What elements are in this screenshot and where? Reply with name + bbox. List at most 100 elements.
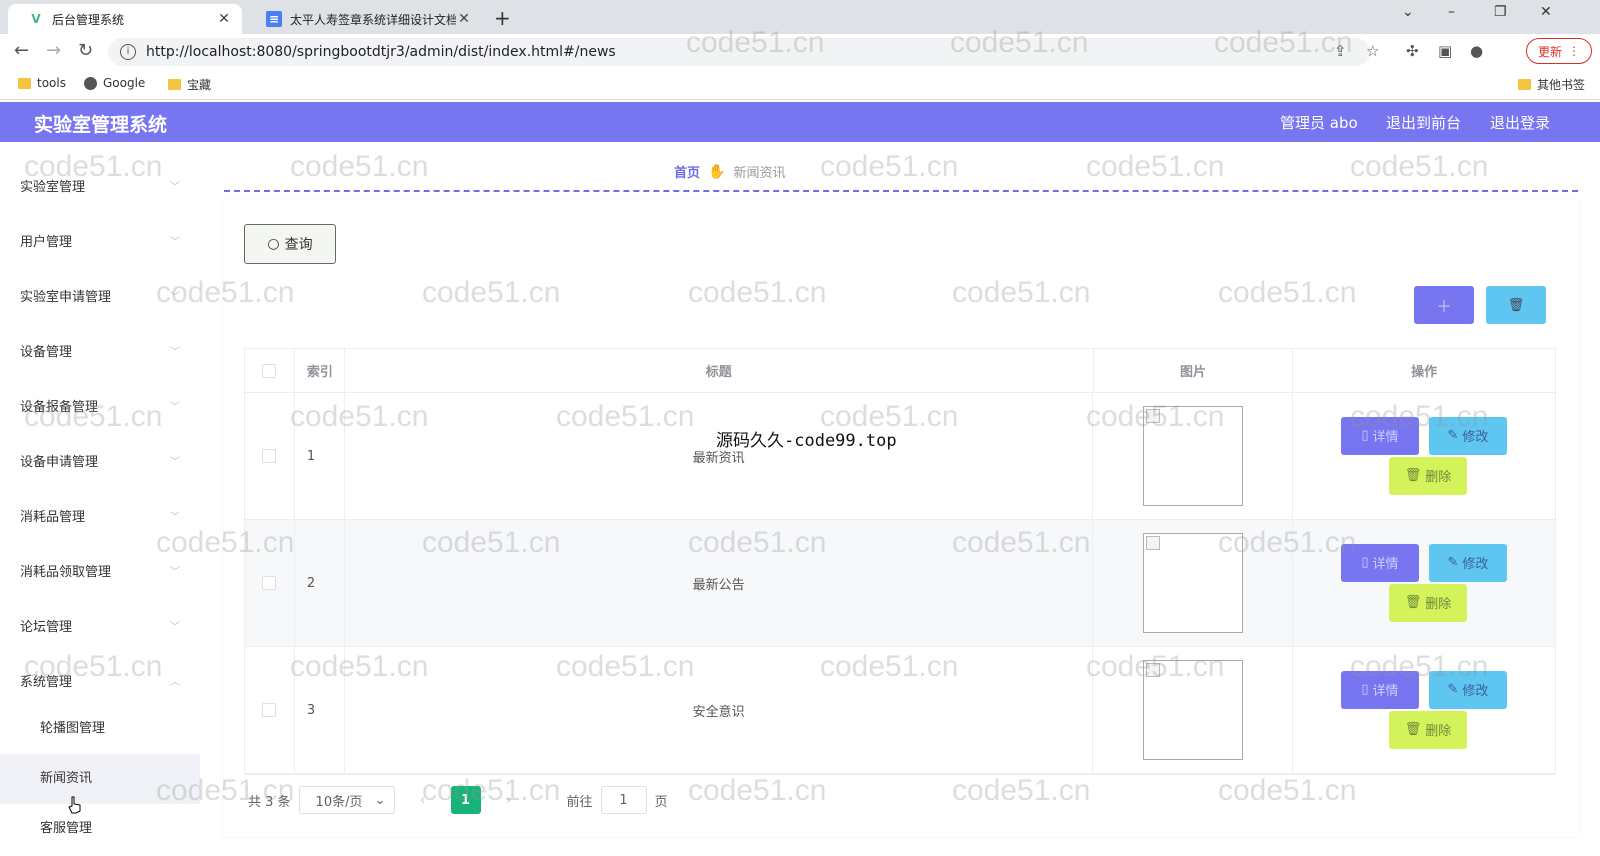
submenu-news[interactable]: 新闻资讯 <box>0 754 200 804</box>
share-icon[interactable]: ⇪ <box>1334 42 1347 60</box>
plus-icon: ＋ <box>1435 297 1452 316</box>
delete-label: 删除 <box>1425 724 1452 739</box>
reload-icon[interactable]: ↻ <box>78 40 93 61</box>
broken-image-icon <box>1145 663 1160 677</box>
update-label: 更新 <box>1537 44 1562 59</box>
watermark: code51.cn <box>1086 150 1225 183</box>
row-actions: ▯ 详情 ✎ 修改 🗑 删除 <box>1293 647 1555 773</box>
query-button[interactable]: ○ 查询 <box>244 224 336 264</box>
row-checkbox[interactable] <box>262 703 277 717</box>
bookmark-label: Google <box>103 76 146 90</box>
forward-icon[interactable]: → <box>46 40 61 61</box>
exit-to-front-link[interactable]: 退出到前台 <box>1386 112 1461 133</box>
row-select-cell <box>245 647 295 773</box>
edit-button[interactable]: ✎ 修改 <box>1428 670 1507 709</box>
window-close-icon[interactable]: ✕ <box>1540 4 1552 20</box>
edit-button[interactable]: ✎ 修改 <box>1428 543 1507 582</box>
menu-lab[interactable]: 实验室管理 <box>20 176 85 195</box>
row-image-cell <box>1093 647 1293 773</box>
detail-label: 详情 <box>1372 684 1399 699</box>
app-title: 实验室管理系统 <box>34 114 168 136</box>
row-actions: ▯ 详情 ✎ 修改 🗑 删除 <box>1293 393 1555 519</box>
menu-users[interactable]: 用户管理 <box>20 231 72 250</box>
bulk-delete-button[interactable]: 🗑 <box>1486 286 1546 324</box>
profile-icon[interactable]: ● <box>1470 42 1483 60</box>
minimize-icon[interactable]: – <box>1448 4 1455 20</box>
menu-equipment[interactable]: 设备管理 <box>20 341 72 360</box>
chevron-down-icon[interactable]: ⌄ <box>1402 4 1414 20</box>
row-select-cell <box>245 393 295 519</box>
menu-equipment-apply[interactable]: 设备申请管理 <box>20 451 98 470</box>
vue-logo-icon: V <box>31 12 41 26</box>
detail-label: 详情 <box>1372 430 1399 445</box>
edit-label: 修改 <box>1462 557 1489 572</box>
trash-icon: 🗑 <box>1404 595 1422 610</box>
url-text: http://localhost:8080/springbootdtjr3/ad… <box>146 44 616 60</box>
info-icon[interactable]: i <box>120 44 136 60</box>
prev-page-icon[interactable]: ‹ <box>409 793 437 808</box>
restore-icon[interactable]: ❐ <box>1494 4 1507 20</box>
extensions-icon[interactable]: ✣ <box>1406 42 1419 60</box>
menu-lab-apply[interactable]: 实验室申请管理 <box>20 286 111 305</box>
document-icon: ▯ <box>1361 555 1369 570</box>
pagination: 共 3 条 10条/页 ⌄ ‹ 1 › 前往 1 页 <box>248 786 668 814</box>
new-tab-icon[interactable]: + <box>494 6 511 30</box>
detail-button[interactable]: ▯ 详情 <box>1340 670 1419 709</box>
select-all-checkbox[interactable] <box>262 363 277 378</box>
broken-image <box>1142 533 1243 633</box>
bookmark-tools[interactable]: tools <box>18 76 66 90</box>
menu-system[interactable]: 系统管理 <box>20 671 72 690</box>
goto-page-input[interactable]: 1 <box>600 786 647 814</box>
browser-tab-strip: V 后台管理系统 ✕ ≡ 太平人寿签章系统详细设计文档 ✕ + ⌄ – ❐ ✕ <box>0 0 1600 34</box>
page-number-current[interactable]: 1 <box>450 786 481 814</box>
breadcrumb-current: 新闻资讯 <box>733 166 786 181</box>
delete-button[interactable]: 🗑 删除 <box>1388 710 1467 749</box>
detail-button[interactable]: ▯ 详情 <box>1340 543 1419 582</box>
next-page-icon[interactable]: › <box>495 793 523 808</box>
row-title: 安全意识 <box>345 647 1094 773</box>
close-icon[interactable]: ✕ <box>216 11 232 27</box>
url-field[interactable]: i http://localhost:8080/springbootdtjr3/… <box>108 38 1370 66</box>
edit-icon: ✎ <box>1447 555 1459 570</box>
logout-link[interactable]: 退出登录 <box>1490 112 1550 133</box>
bookmark-treasure[interactable]: 宝藏 <box>168 76 211 93</box>
menu-consumables[interactable]: 消耗品管理 <box>20 506 85 525</box>
add-button[interactable]: ＋ <box>1414 286 1474 324</box>
chevron-down-icon: ﹀ <box>170 347 180 358</box>
detail-button[interactable]: ▯ 详情 <box>1340 416 1419 455</box>
close-icon[interactable]: ✕ <box>456 11 472 27</box>
row-index: 1 <box>295 393 345 519</box>
broken-image <box>1142 660 1243 760</box>
bookmark-label: tools <box>37 76 66 90</box>
back-icon[interactable]: ← <box>14 40 29 61</box>
page-size-select[interactable]: 10条/页 ⌄ <box>298 786 395 814</box>
row-checkbox[interactable] <box>262 576 277 590</box>
bookmark-google[interactable]: Google <box>84 76 145 90</box>
broken-image-icon <box>1145 409 1160 423</box>
row-title: 最新资讯 <box>345 393 1094 519</box>
delete-button[interactable]: 🗑 删除 <box>1388 583 1467 622</box>
delete-button[interactable]: 🗑 删除 <box>1388 456 1467 495</box>
submenu-customer-service[interactable]: 客服管理 <box>0 804 200 854</box>
browser-tab-admin[interactable]: V 后台管理系统 ✕ <box>8 4 242 34</box>
folder-icon <box>1518 79 1531 90</box>
column-header-title: 标题 <box>345 349 1094 392</box>
menu-forum[interactable]: 论坛管理 <box>20 616 72 635</box>
column-header-actions: 操作 <box>1411 365 1438 380</box>
row-checkbox[interactable] <box>262 449 277 463</box>
edit-button[interactable]: ✎ 修改 <box>1428 416 1507 455</box>
sidebar: 实验室管理 ﹀ 用户管理 ﹀ 实验室申请管理 ﹀ 设备管理 ﹀ 设备报备管理 ﹀… <box>0 142 200 856</box>
star-icon[interactable]: ☆ <box>1366 42 1379 60</box>
edit-icon: ✎ <box>1447 682 1459 697</box>
breadcrumb-divider <box>224 190 1578 192</box>
update-button[interactable]: 更新 ⋮ <box>1526 38 1592 64</box>
menu-equipment-report[interactable]: 设备报备管理 <box>20 396 98 415</box>
breadcrumb-home[interactable]: 首页 <box>674 162 700 181</box>
app-header: 实验室管理系统 管理员 abo 退出到前台 退出登录 <box>0 102 1600 142</box>
bookmark-other[interactable]: 其他书签 <box>1518 76 1585 93</box>
sidepanel-icon[interactable]: ▣ <box>1438 42 1452 60</box>
menu-consumables-receive[interactable]: 消耗品领取管理 <box>20 561 111 580</box>
submenu-carousel[interactable]: 轮播图管理 <box>0 704 200 754</box>
browser-tab-doc[interactable]: ≡ 太平人寿签章系统详细设计文档 ✕ <box>246 4 482 34</box>
table-row: 1 最新资讯 ▯ 详情 ✎ 修改 🗑 删除 <box>245 393 1555 520</box>
